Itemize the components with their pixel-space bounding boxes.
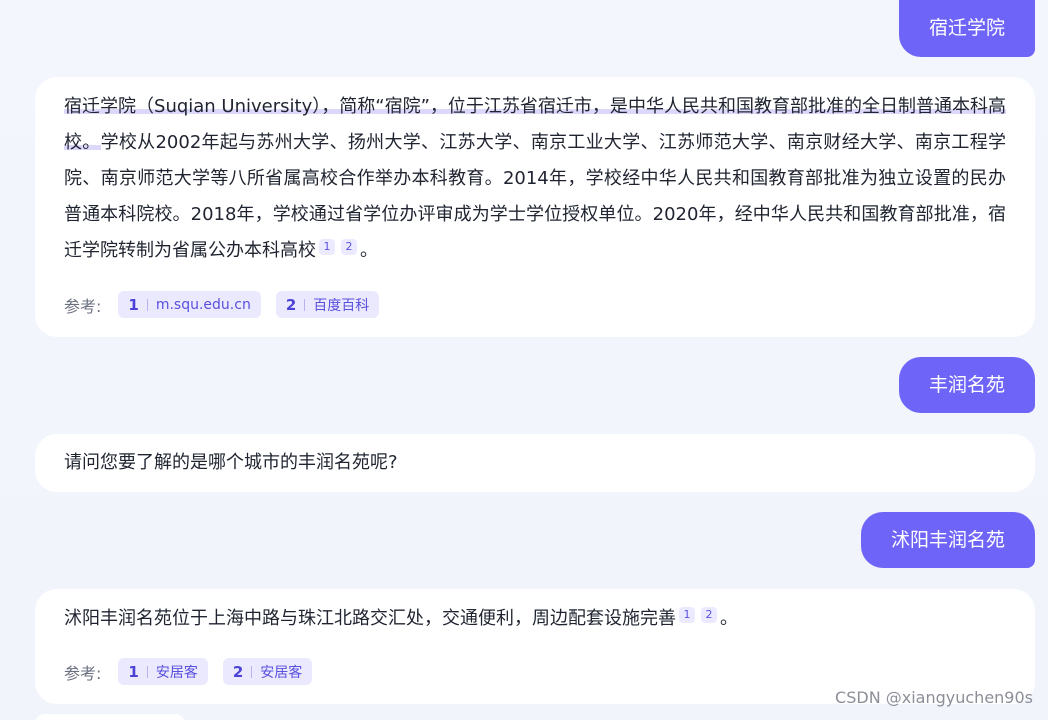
reference-source: 安居客 xyxy=(155,664,198,681)
reference-source: m.squ.edu.cn xyxy=(155,296,251,313)
citation-1[interactable]: 1 xyxy=(679,607,695,623)
answer-text-2: 请问您要了解的是哪个城市的丰润名苑呢? xyxy=(64,452,398,473)
answer-end-punct: 。 xyxy=(360,240,378,261)
bot-answer-3: 沭阳丰润名苑位于上海中路与珠江北路交汇处，交通便利，周边配套设施完善 1 2。 参考… xyxy=(35,589,1035,704)
reference-link-1[interactable]: 1 安居客 xyxy=(118,658,208,685)
bot-answer-1: 宿迁学院（Suqian University），简称“宿院”，位于江苏省宿迁市，… xyxy=(35,77,1035,337)
divider xyxy=(146,665,148,678)
answer-body: 学校从2002年起与苏州大学、扬州大学、江苏大学、南京工业大学、江苏师范大学、南… xyxy=(64,132,1007,261)
reference-link-2[interactable]: 2 安居客 xyxy=(222,658,313,685)
reference-source: 安居客 xyxy=(260,664,303,681)
chat-page: 宿迁学院 宿迁学院（Suqian University），简称“宿院”，位于江苏… xyxy=(0,0,1048,720)
answer-body: 沭阳丰润名苑位于上海中路与珠江北路交汇处，交通便利，周边配套设施完善 xyxy=(64,608,676,629)
next-message-card xyxy=(35,714,185,720)
references: 参考: 1 安居客 2 安居客 xyxy=(64,658,327,685)
references: 参考: 1 m.squ.edu.cn 2 百度百科 xyxy=(64,291,394,318)
reference-link-1[interactable]: 1 m.squ.edu.cn xyxy=(118,291,261,318)
citation-1[interactable]: 1 xyxy=(319,239,335,255)
answer-end-punct: 。 xyxy=(720,608,738,629)
divider xyxy=(146,298,148,311)
divider xyxy=(304,298,306,311)
user-message-1[interactable]: 宿迁学院 xyxy=(898,0,1035,57)
references-label: 参考: xyxy=(64,296,102,316)
reference-number: 1 xyxy=(128,295,139,314)
watermark: CSDN @xiangyuchen90s xyxy=(835,688,1033,707)
divider xyxy=(251,665,253,678)
reference-number: 2 xyxy=(232,662,244,681)
citation-2[interactable]: 2 xyxy=(701,607,717,623)
reference-number: 1 xyxy=(128,662,139,681)
bot-answer-2: 请问您要了解的是哪个城市的丰润名苑呢? xyxy=(35,434,1035,492)
reference-source: 百度百科 xyxy=(313,297,370,314)
user-message-3[interactable]: 沭阳丰润名苑 xyxy=(860,512,1035,568)
references-label: 参考: xyxy=(64,663,102,683)
reference-link-2[interactable]: 2 百度百科 xyxy=(275,291,380,318)
answer-text-1: 宿迁学院（Suqian University），简称“宿院”，位于江苏省宿迁市，… xyxy=(64,77,1006,269)
user-message-2[interactable]: 丰润名苑 xyxy=(898,357,1035,413)
answer-text-3: 沭阳丰润名苑位于上海中路与珠江北路交汇处，交通便利，周边配套设施完善 1 2。 xyxy=(64,589,1006,637)
reference-number: 2 xyxy=(285,295,297,314)
citation-2[interactable]: 2 xyxy=(341,239,357,255)
